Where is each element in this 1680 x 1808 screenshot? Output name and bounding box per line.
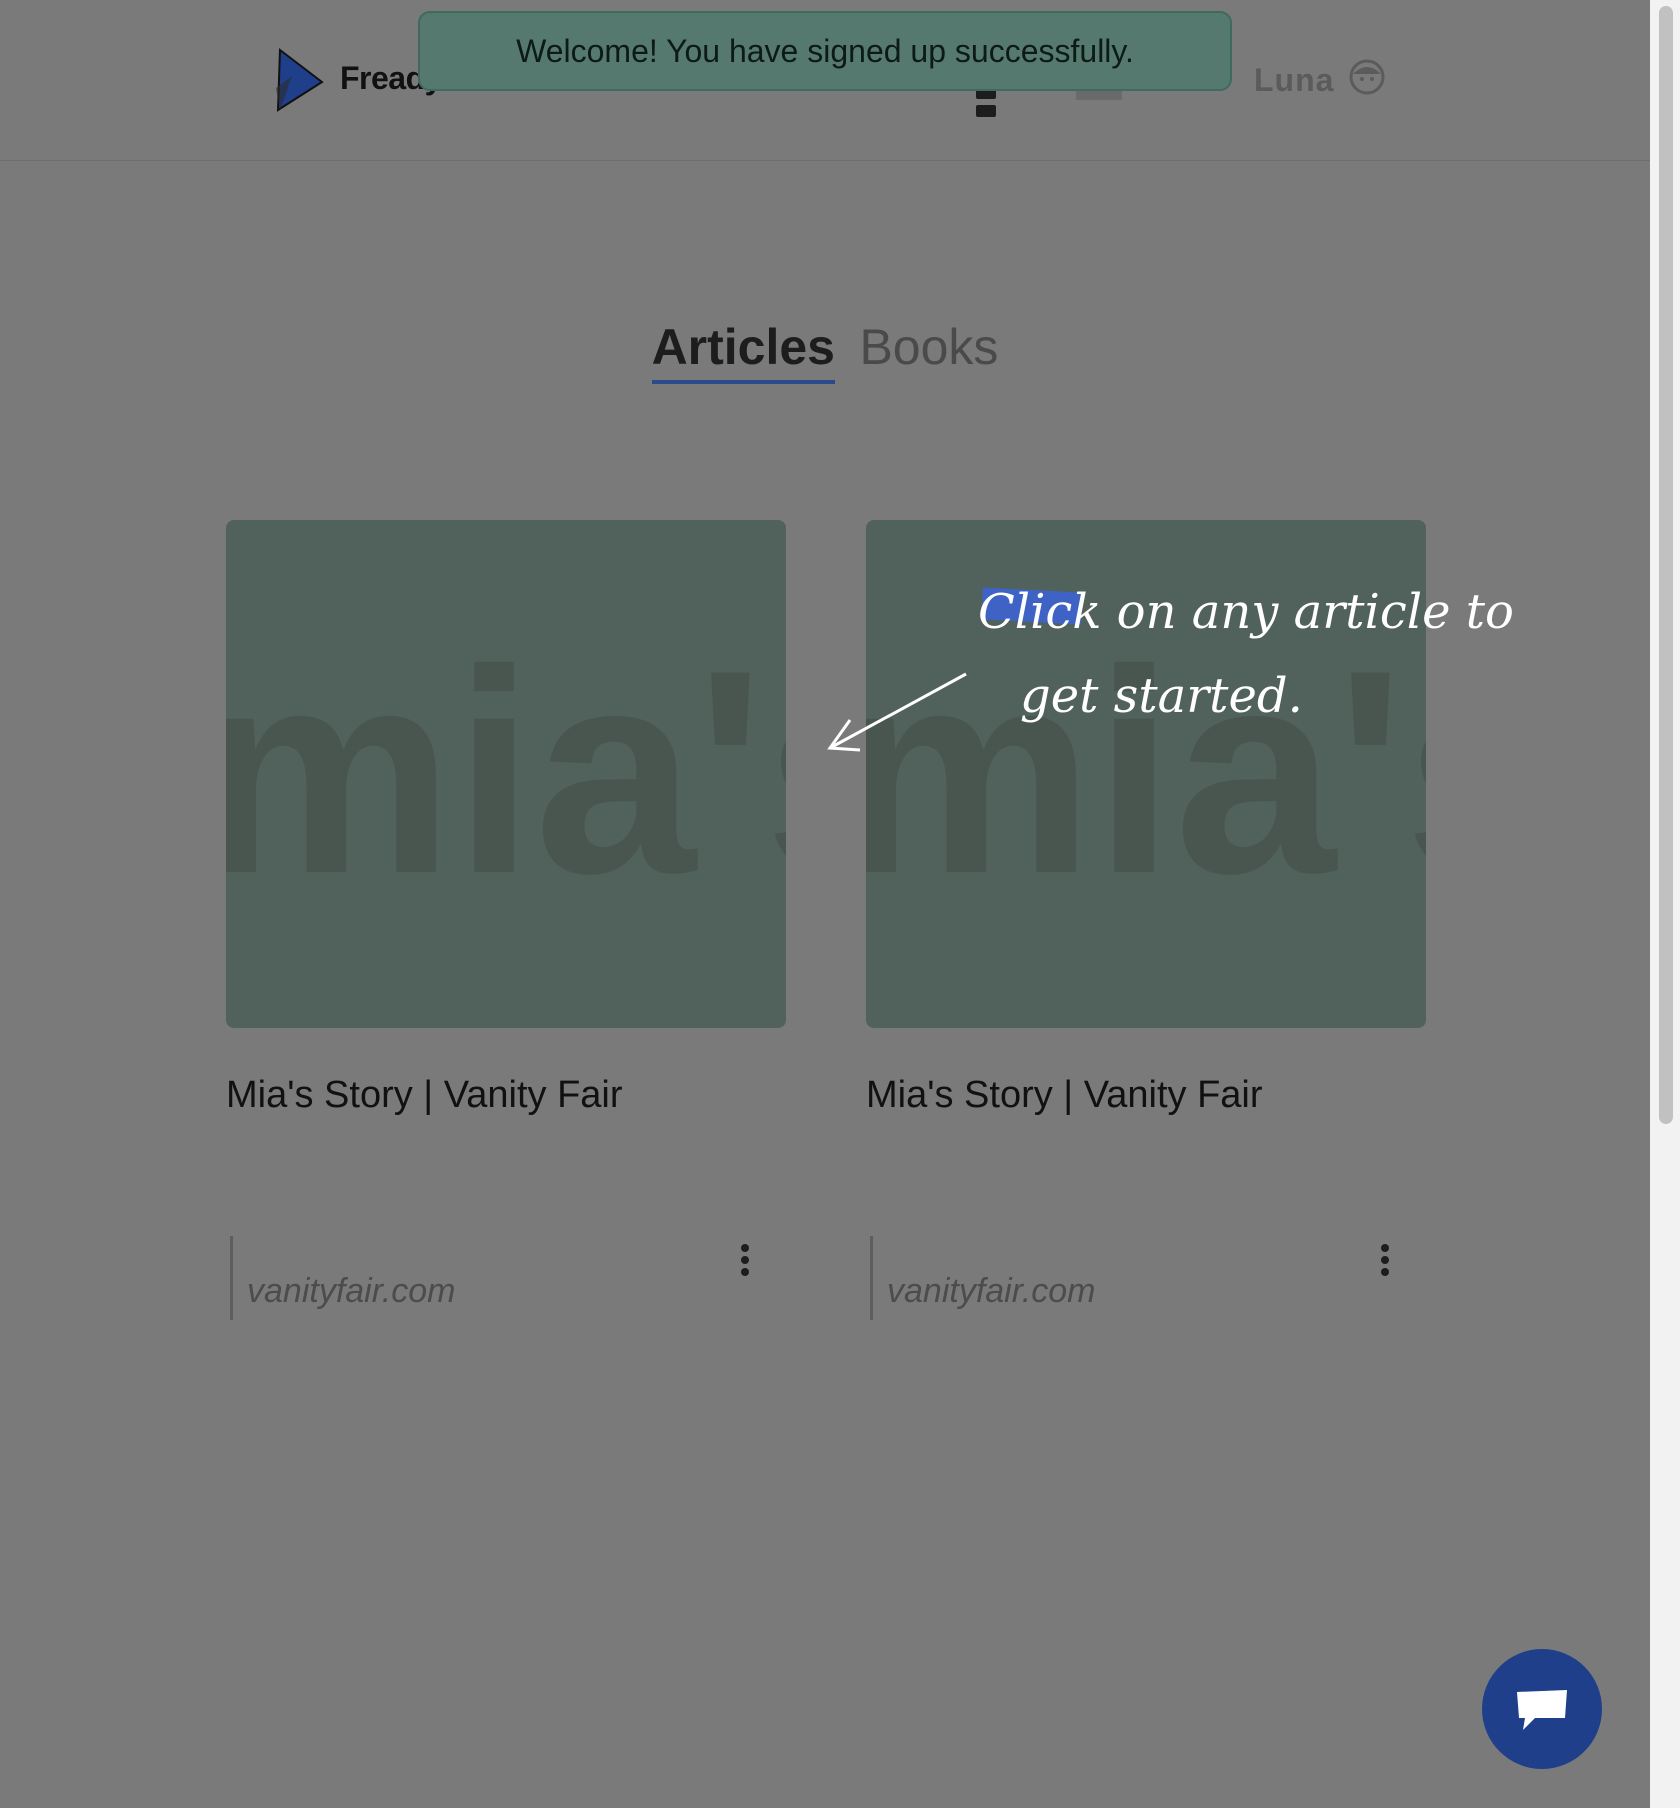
onboarding-highlight-word: Click [978, 584, 1102, 640]
article-title[interactable]: Mia's Story | Vanity Fair [226, 1074, 786, 1117]
article-title[interactable]: Mia's Story | Vanity Fair [866, 1074, 1426, 1117]
article-footer: vanityfair.com [870, 1236, 1429, 1320]
thumbnail-text: mia's [226, 610, 786, 934]
article-domain: vanityfair.com [887, 1272, 1096, 1310]
fready-logo-icon[interactable] [272, 48, 324, 112]
tab-books[interactable]: Books [859, 318, 998, 380]
tab-articles[interactable]: Articles [651, 318, 835, 384]
onboarding-line-1-rest: on any article to [1101, 584, 1514, 640]
signup-success-toast: Welcome! You have signed up successfully… [418, 11, 1232, 91]
onboarding-line-2: get started. [1020, 668, 1303, 724]
avatar-icon[interactable] [1348, 58, 1386, 96]
username[interactable]: Luna [1254, 62, 1334, 99]
article-thumbnail[interactable]: mia's [226, 520, 786, 1028]
onboarding-line-1: Click on any article to [978, 570, 1514, 654]
scrollbar[interactable] [1650, 0, 1680, 1808]
scrollbar-thumb[interactable] [1659, 6, 1673, 1124]
article-footer: vanityfair.com [230, 1236, 789, 1320]
onboarding-hint: Click on any article to get started. [978, 570, 1514, 738]
article-card[interactable]: mia's Mia's Story | Vanity Fair vanityfa… [226, 520, 786, 1320]
chat-bubble-icon [1517, 1690, 1567, 1730]
arrow-pointer-icon [827, 672, 967, 752]
chat-button[interactable] [1482, 1649, 1602, 1769]
content-tabs: Articles Books [0, 318, 1650, 384]
kebab-menu-icon[interactable] [739, 1244, 751, 1280]
article-domain: vanityfair.com [247, 1272, 456, 1310]
kebab-menu-icon[interactable] [1379, 1244, 1391, 1280]
list-view-icon[interactable] [1076, 90, 1122, 100]
